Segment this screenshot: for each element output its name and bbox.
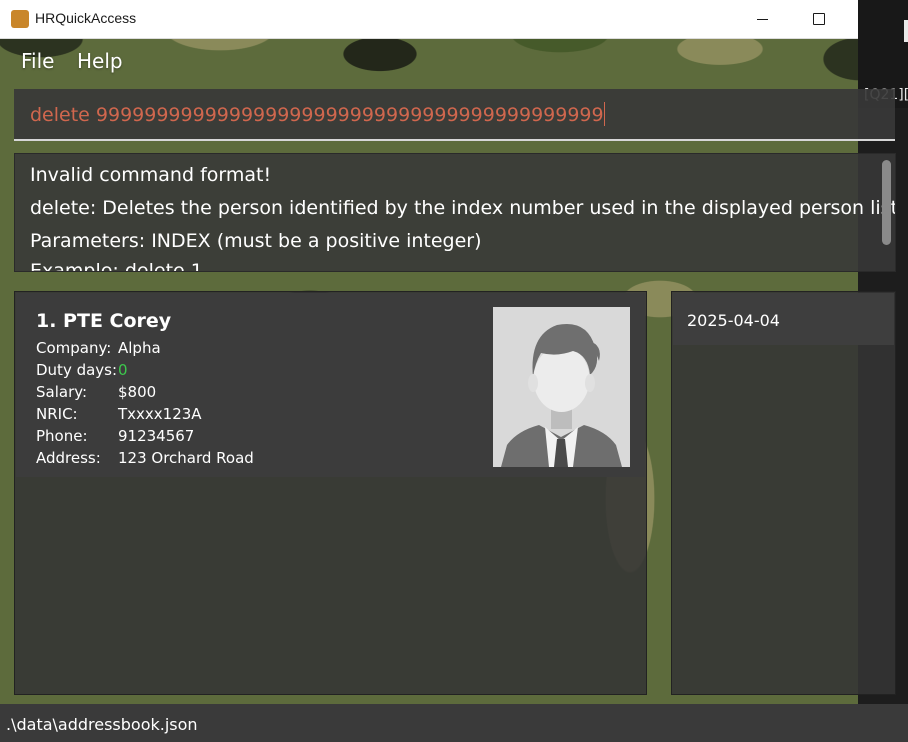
title-bar: HRQuickAccess: [0, 0, 858, 39]
field-label: Duty days:: [36, 361, 118, 379]
field-value: 91234567: [118, 427, 195, 445]
field-label: NRIC:: [36, 405, 78, 423]
person-list-panel: 1. PTE Corey Company: Alpha Duty days: 0…: [14, 291, 647, 695]
menu-help[interactable]: Help: [77, 49, 123, 73]
result-line: Parameters: INDEX (must be a positive in…: [30, 230, 482, 252]
app-icon: [11, 10, 29, 28]
result-line: delete: Deletes the person identified by…: [30, 197, 896, 219]
result-line: Invalid command format!: [30, 164, 272, 186]
app-title: HRQuickAccess: [35, 10, 137, 26]
status-file-path: .\data\addressbook.json: [6, 715, 198, 734]
menu-file[interactable]: File: [21, 49, 54, 73]
command-box[interactable]: delete 999999999999999999999999999999999…: [14, 89, 895, 141]
result-display[interactable]: Invalid command format! delete: Deletes …: [14, 153, 896, 272]
status-bar: .\data\addressbook.json: [0, 704, 908, 742]
schedule-panel: 2025-04-04: [671, 291, 896, 695]
menu-bar: File Help: [0, 39, 858, 84]
result-line: Example: delete 1: [30, 260, 203, 272]
field-label: Salary:: [36, 383, 88, 401]
field-label: Address:: [36, 449, 101, 467]
field-value: 123 Orchard Road: [118, 449, 254, 467]
field-label: Company:: [36, 339, 112, 357]
command-text: delete 999999999999999999999999999999999…: [30, 104, 604, 126]
text-caret: [603, 102, 605, 126]
schedule-item[interactable]: 2025-04-04: [673, 293, 894, 345]
field-value: Txxxx123A: [118, 405, 202, 423]
person-name: 1. PTE Corey: [36, 310, 172, 332]
background-window-edge: [904, 20, 908, 42]
result-scrollbar[interactable]: [882, 160, 891, 245]
schedule-date: 2025-04-04: [687, 311, 780, 330]
field-value: Alpha: [118, 339, 161, 357]
person-card[interactable]: 1. PTE Corey Company: Alpha Duty days: 0…: [16, 293, 645, 477]
profile-photo: [493, 307, 630, 467]
field-value: 0: [118, 361, 128, 379]
minimize-button[interactable]: [740, 0, 786, 38]
field-label: Phone:: [36, 427, 88, 445]
command-input[interactable]: delete 999999999999999999999999999999999…: [30, 102, 880, 126]
field-value: $800: [118, 383, 157, 401]
maximize-button[interactable]: [796, 0, 842, 38]
person-avatar-icon: [493, 307, 630, 467]
